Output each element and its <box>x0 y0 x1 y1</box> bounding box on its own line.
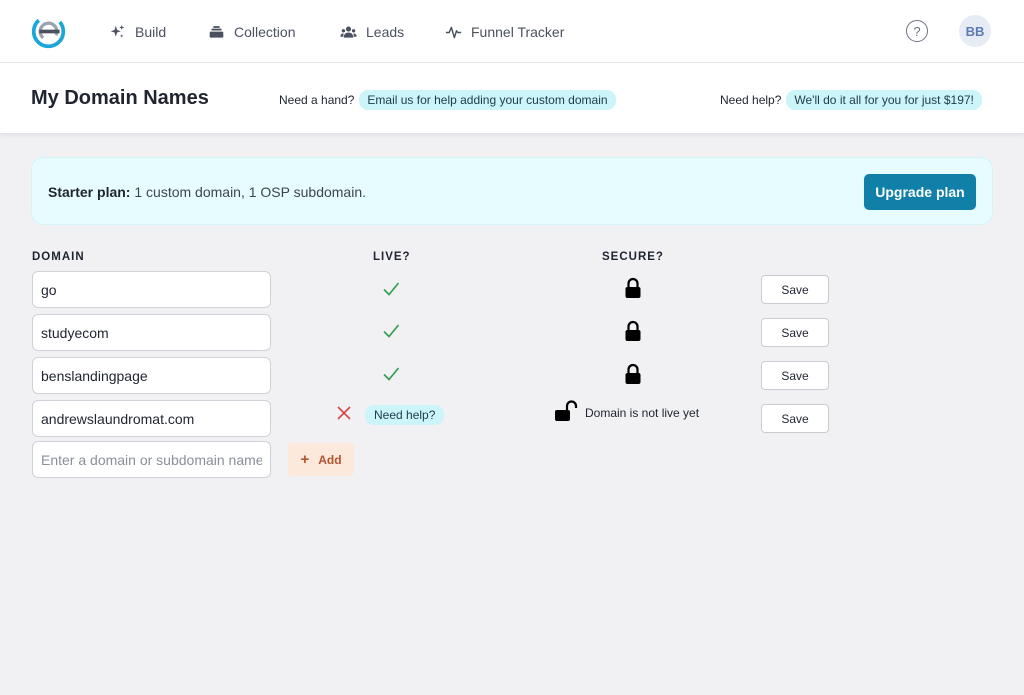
check-icon <box>383 324 400 338</box>
nav-item-build[interactable]: Build <box>109 20 166 44</box>
plan-label: Starter plan: <box>48 184 131 200</box>
help-icon[interactable]: ? <box>906 20 928 42</box>
domain-field[interactable] <box>32 271 271 308</box>
plus-icon: + <box>300 451 310 468</box>
done-for-you-link[interactable]: We'll do it all for you for just $197! <box>786 90 982 110</box>
avatar[interactable]: BB <box>959 15 991 47</box>
email-help-link[interactable]: Email us for help adding your custom dom… <box>359 90 616 110</box>
email-help-line: Need a hand? Email us for help adding yo… <box>279 90 616 110</box>
nav-item-collection[interactable]: Collection <box>208 20 295 44</box>
nav-item-funnel-tracker[interactable]: Funnel Tracker <box>445 20 564 44</box>
add-button-label: Add <box>318 452 342 467</box>
save-button[interactable]: Save <box>761 318 829 347</box>
stack-icon <box>209 25 224 38</box>
new-domain-input[interactable] <box>32 441 271 478</box>
unlocked-icon <box>555 400 578 421</box>
page-title: My Domain Names <box>31 87 209 109</box>
domain-field[interactable] <box>32 400 271 437</box>
done-for-you-line: Need help? We'll do it all for you for j… <box>720 90 982 110</box>
top-navigation: Build Collection Leads Funnel Tracker ? … <box>0 0 1024 63</box>
nav-item-leads[interactable]: Leads <box>340 20 404 44</box>
check-icon <box>383 282 400 296</box>
save-button[interactable]: Save <box>761 404 829 433</box>
plan-description: 1 custom domain, 1 OSP subdomain. <box>130 184 367 200</box>
save-button[interactable]: Save <box>761 275 829 304</box>
nav-item-label: Build <box>135 24 167 40</box>
domain-field[interactable] <box>32 357 271 394</box>
live-column-header: LIVE? <box>373 251 411 263</box>
nav-item-label: Leads <box>366 24 405 40</box>
plan-text: Starter plan: 1 custom domain, 1 OSP sub… <box>48 184 366 200</box>
app-logo-icon[interactable] <box>30 13 67 50</box>
plan-banner: Starter plan: 1 custom domain, 1 OSP sub… <box>31 157 993 225</box>
upgrade-plan-button[interactable]: Upgrade plan <box>864 174 976 210</box>
secure-status-text: Domain is not live yet <box>585 406 700 420</box>
add-domain-button[interactable]: + Add <box>288 443 354 476</box>
save-button[interactable]: Save <box>761 361 829 390</box>
lock-icon <box>625 277 641 298</box>
need-help-link[interactable]: Need help? <box>365 405 445 425</box>
page-header: My Domain Names Need a hand? Email us fo… <box>0 63 1024 134</box>
domain-column-header: DOMAIN <box>32 251 85 263</box>
domain-field[interactable] <box>32 314 271 351</box>
lock-icon <box>625 320 641 341</box>
lock-icon <box>625 363 641 384</box>
check-icon <box>383 367 400 381</box>
nav-item-label: Funnel Tracker <box>471 24 565 40</box>
help-prompt: Need help? <box>720 93 782 107</box>
pulse-icon <box>445 26 462 38</box>
sparkles-icon <box>110 24 125 38</box>
secure-column-header: SECURE? <box>602 251 664 263</box>
hand-prompt: Need a hand? <box>279 93 355 107</box>
nav-item-label: Collection <box>234 24 296 40</box>
x-icon <box>337 406 351 420</box>
users-icon <box>340 26 357 38</box>
